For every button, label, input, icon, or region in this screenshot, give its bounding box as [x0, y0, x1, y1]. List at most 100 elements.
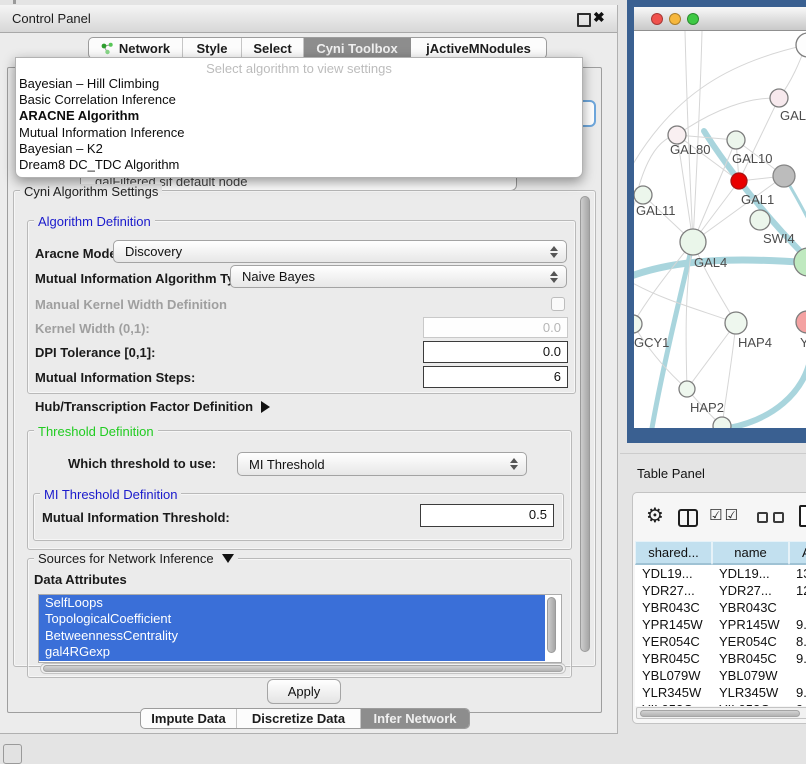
column-browser-icon[interactable] [678, 509, 698, 527]
algorithm-option[interactable]: Dream8 DC_TDC Algorithm [16, 157, 582, 173]
attributes-hscroll-track[interactable] [40, 663, 566, 674]
select-all-checkboxes-icon[interactable]: ☑☑ [709, 506, 740, 524]
mi-algorithm-type-combo[interactable]: Naive Bayes [230, 265, 567, 288]
network-node[interactable] [725, 312, 747, 334]
apply-button[interactable]: Apply [267, 679, 341, 704]
table-row[interactable]: YBR043CYBR043C [635, 599, 806, 616]
table-row[interactable]: YDR27...YDR27...12 [635, 582, 806, 599]
network-view-window[interactable]: GALGAL80GAL10GAL1GAL11SWI4GAL4GCY1HAP4YH… [627, 0, 806, 443]
column-header-partial[interactable]: A [789, 541, 806, 565]
minimized-panel-icon[interactable] [3, 744, 22, 764]
table-cell: 13 [789, 565, 806, 582]
table-hscroll-track[interactable] [636, 707, 806, 719]
network-window-titlebar[interactable] [634, 7, 806, 31]
algorithm-option[interactable]: Bayesian – K2 [16, 141, 582, 157]
close-icon[interactable]: ✖ [593, 9, 605, 26]
attributes-list-scrollbar[interactable] [547, 597, 556, 653]
table-cell: YLR345W [712, 684, 789, 701]
hub-section-toggle[interactable]: Hub/Transcription Factor Definition [35, 399, 270, 414]
zoom-traffic-light-icon[interactable] [687, 13, 699, 25]
kernel-width-field[interactable]: 0.0 [423, 317, 568, 338]
mi-threshold-field[interactable]: 0.5 [420, 504, 554, 527]
table-cell: YBR043C [712, 599, 789, 616]
column-header-shared-name[interactable]: shared... [635, 541, 712, 565]
table-row[interactable]: YPR145WYPR145W9. [635, 616, 806, 633]
tab-style[interactable]: Style [183, 38, 242, 58]
table-cell: YDR27... [635, 582, 712, 599]
table-hscroll-thumb[interactable] [640, 710, 800, 717]
unselect-all-checkbox-icon-2[interactable] [773, 512, 784, 523]
bottom-tab-impute-data[interactable]: Impute Data [141, 709, 237, 728]
table-row[interactable]: YLR345WYLR345W9. [635, 684, 806, 701]
algorithm-option[interactable]: Mutual Information Inference [16, 125, 582, 141]
network-edge[interactable] [634, 281, 736, 323]
settings-vertical-scrollbar[interactable] [580, 196, 590, 652]
table-panel-card: ⚙ ☑☑ shared... name A YDL19...YDL19...13… [632, 492, 806, 724]
bottom-tab-discretize-data[interactable]: Discretize Data [237, 709, 361, 728]
network-node[interactable] [794, 248, 806, 276]
network-node[interactable] [796, 33, 806, 57]
algorithm-option[interactable]: ARACNE Algorithm [16, 108, 582, 124]
tab-cyni-toolbox[interactable]: Cyni Toolbox [304, 38, 411, 58]
gear-icon[interactable]: ⚙ [646, 503, 664, 527]
data-attributes-label: Data Attributes [34, 572, 127, 587]
algorithm-option[interactable]: Bayesian – Hill Climbing [16, 76, 582, 92]
control-panel-titlebar[interactable]: Control Panel ✖ [0, 5, 617, 33]
aracne-mode-value: Discovery [125, 244, 182, 259]
tab-label: Cyni Toolbox [316, 41, 397, 56]
attribute-list-item[interactable]: BetweennessCentrality [39, 628, 545, 644]
mi-steps-field[interactable]: 6 [423, 366, 568, 388]
network-canvas[interactable]: GALGAL80GAL10GAL1GAL11SWI4GAL4GCY1HAP4YH… [634, 31, 806, 428]
network-edge[interactable] [729, 361, 806, 428]
column-header-name[interactable]: name [712, 541, 789, 565]
network-node[interactable] [773, 165, 795, 187]
algorithm-dropdown-popup: Select algorithm to view settings Bayesi… [15, 57, 583, 178]
attribute-list-item[interactable]: gal4RGexp [39, 644, 545, 660]
network-node[interactable] [634, 315, 642, 333]
close-traffic-light-icon[interactable] [651, 13, 663, 25]
network-node[interactable] [680, 229, 706, 255]
attributes-hscroll-thumb[interactable] [43, 665, 563, 672]
data-attributes-list[interactable]: SelfLoopsTopologicalCoefficientBetweenne… [38, 594, 562, 663]
algorithm-option[interactable]: Basic Correlation Inference [16, 92, 582, 108]
settings-group-title: Cyni Algorithm Settings [20, 184, 162, 199]
bottom-tab-infer-network[interactable]: Infer Network [361, 709, 469, 728]
table-row[interactable]: YER054CYER054C8. [635, 633, 806, 650]
network-node[interactable] [796, 311, 806, 333]
table-row[interactable]: YIL052CYIL052C9. [635, 701, 806, 706]
tab-label: jActiveMNodules [426, 41, 531, 56]
table-cell: YDL19... [712, 565, 789, 582]
unselect-all-checkbox-icon-1[interactable] [757, 512, 768, 523]
tab-jactivemnodules[interactable]: jActiveMNodules [411, 38, 546, 58]
attribute-list-item[interactable]: TopologicalCoefficient [39, 611, 545, 627]
table-cell: YLR345W [635, 684, 712, 701]
new-table-icon[interactable] [799, 505, 806, 527]
minimize-traffic-light-icon[interactable] [669, 13, 681, 25]
network-node[interactable] [679, 381, 695, 397]
network-node[interactable] [750, 210, 770, 230]
aracne-mode-combo[interactable]: Discovery [113, 240, 567, 263]
tab-select[interactable]: Select [242, 38, 304, 58]
dpi-tolerance-field[interactable]: 0.0 [423, 341, 568, 363]
network-node[interactable] [727, 131, 745, 149]
table-row[interactable]: YBL079WYBL079W [635, 667, 806, 684]
table-row[interactable]: YDL19...YDL19...13 [635, 565, 806, 582]
sources-group-toggle[interactable]: Sources for Network Inference [34, 551, 238, 566]
network-node[interactable] [634, 186, 652, 204]
network-node[interactable] [713, 417, 731, 428]
table-cell: YIL052C [635, 701, 712, 706]
manual-kernel-checkbox[interactable] [551, 297, 565, 311]
float-window-icon[interactable] [577, 13, 591, 27]
table-row[interactable]: YBR045CYBR045C9. [635, 650, 806, 667]
which-threshold-combo[interactable]: MI Threshold [237, 452, 527, 476]
dpi-tolerance-label: DPI Tolerance [0,1]: [35, 345, 155, 360]
attribute-list-item[interactable]: SelfLoops [39, 595, 545, 611]
panel-title: Control Panel [12, 11, 91, 26]
node-label: GAL80 [670, 142, 710, 157]
table-header-row: shared... name A [635, 541, 806, 565]
network-node[interactable] [731, 173, 747, 189]
tab-network[interactable]: Network [89, 38, 183, 58]
table-cell: 9. [789, 684, 806, 701]
node-label: GAL1 [741, 192, 774, 207]
network-node[interactable] [770, 89, 788, 107]
